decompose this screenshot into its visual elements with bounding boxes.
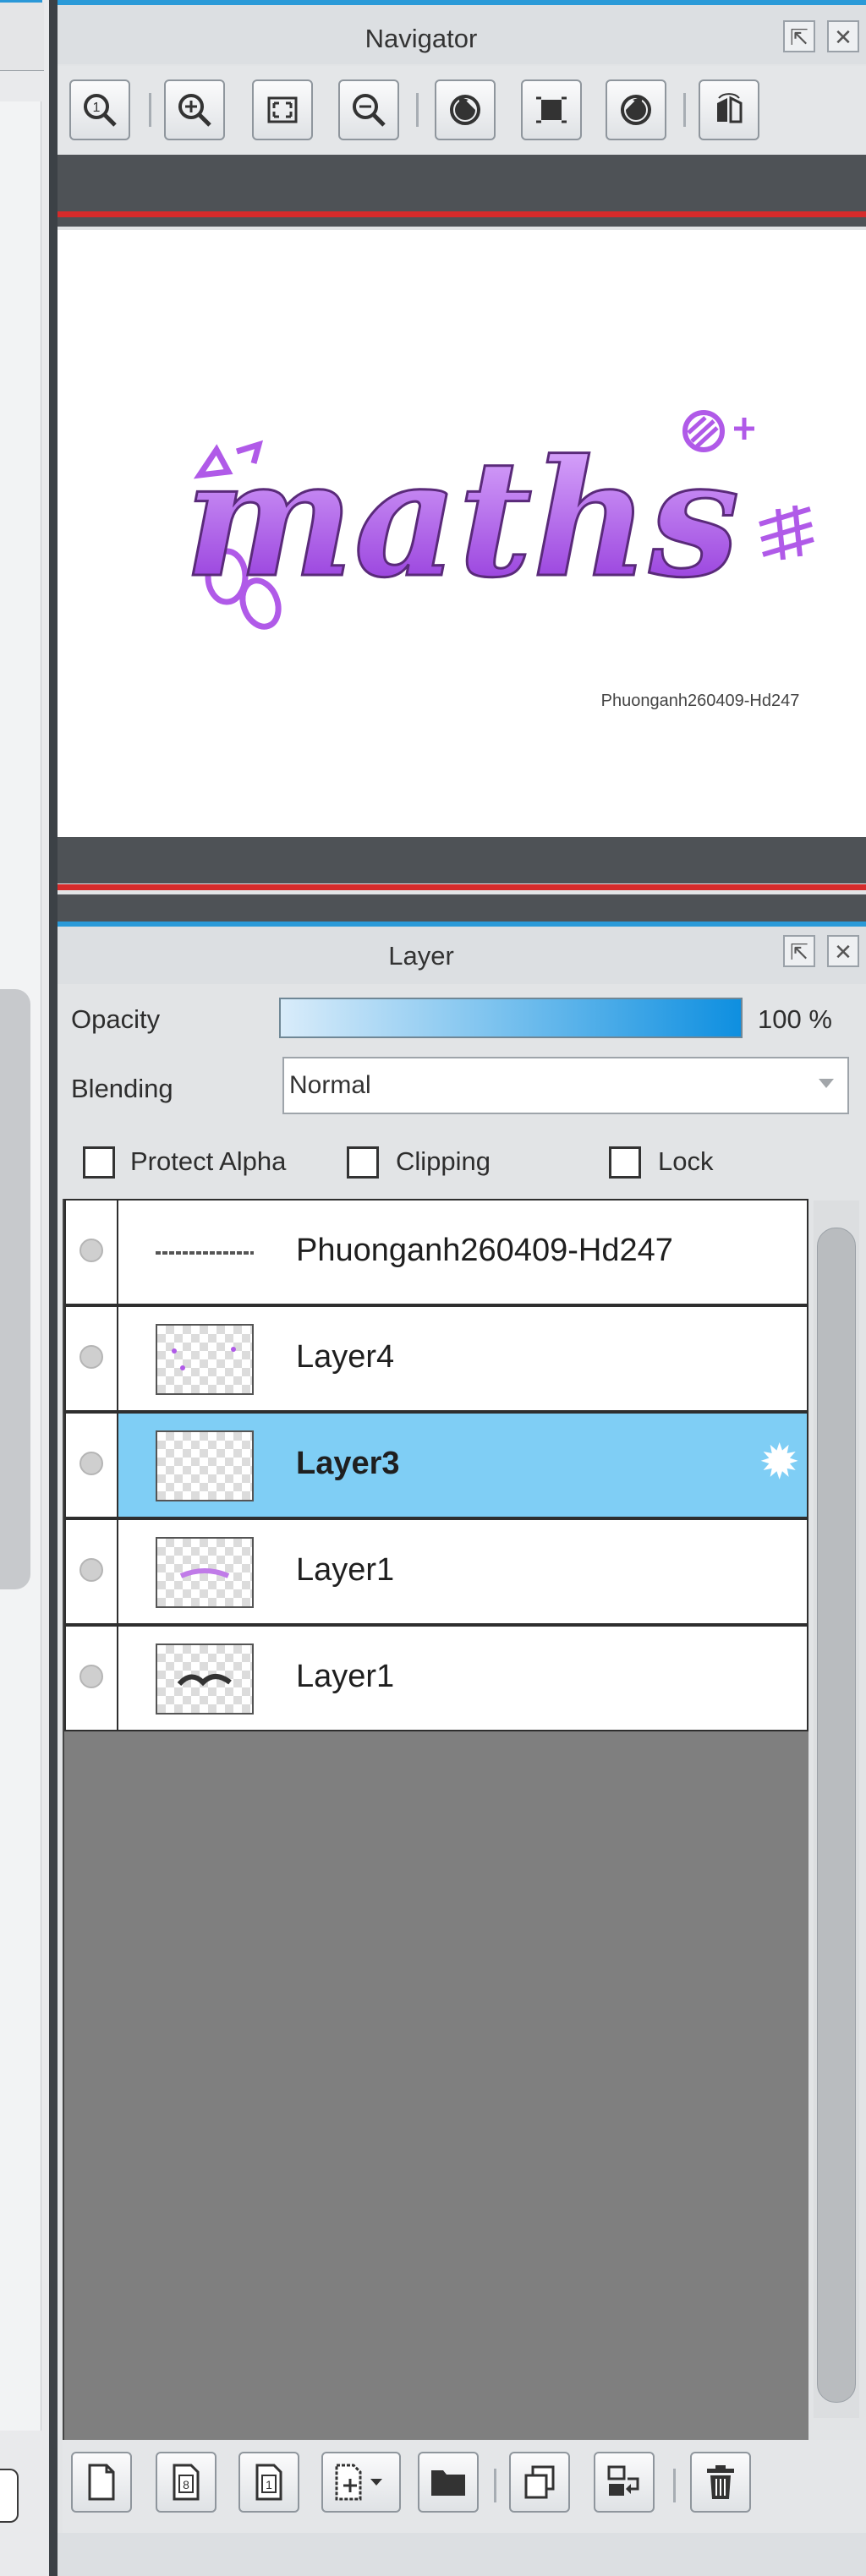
new-layer-icon[interactable]	[71, 2452, 132, 2513]
lock-checkbox[interactable]	[609, 1146, 641, 1179]
doodle-hash	[759, 505, 814, 561]
layer-thumbnail	[156, 1324, 254, 1395]
zoom-out-icon[interactable]	[338, 79, 399, 140]
artwork-signature: Phuonganh260409-Hd247	[601, 692, 800, 710]
opacity-label: Opacity	[71, 1004, 161, 1034]
layer-thumbnail	[156, 1430, 254, 1501]
rotate-right-icon[interactable]	[606, 79, 666, 140]
layer-name: Layer1	[296, 1659, 395, 1694]
fit-screen-icon[interactable]	[252, 79, 313, 140]
layer-panel-title: Layer	[388, 941, 454, 971]
eye-icon	[79, 1345, 103, 1369]
close-icon[interactable]: ✕	[827, 935, 859, 967]
navigator-title: Navigator	[364, 24, 478, 53]
rotate-left-icon[interactable]	[435, 79, 496, 140]
chevron-down-icon	[819, 1079, 834, 1088]
layer-name: Layer1	[296, 1552, 395, 1588]
toolbar-separator	[673, 2469, 676, 2502]
close-icon[interactable]: ✕	[827, 20, 859, 52]
new-1bit-layer-icon[interactable]: 1	[238, 2452, 299, 2513]
svg-text:1: 1	[93, 101, 101, 115]
layer-list: Phuonganh260409-Hd247 Layer4 Layer3 ✹ La…	[63, 1199, 808, 2568]
eye-icon	[79, 1558, 103, 1582]
reset-view-icon[interactable]	[521, 79, 582, 140]
layer-status-strip	[58, 2533, 866, 2576]
left-panel-scroll-thumb[interactable]	[0, 989, 30, 1589]
new-8bit-layer-icon[interactable]: 8	[156, 2452, 216, 2513]
opacity-value: 100 %	[758, 1004, 832, 1034]
layer-name: Phuonganh260409-Hd247	[296, 1233, 673, 1268]
protect-alpha-label: Protect Alpha	[130, 1146, 287, 1176]
layer-row[interactable]: Layer1	[64, 1518, 808, 1625]
zoom-actual-icon[interactable]: 1	[69, 79, 130, 140]
left-panel-header	[0, 3, 44, 71]
popout-icon[interactable]: ⇱	[783, 935, 815, 967]
blending-select[interactable]: Normal	[282, 1057, 849, 1114]
protect-alpha-checkbox[interactable]	[83, 1146, 115, 1179]
delete-layer-icon[interactable]	[690, 2452, 751, 2513]
navigator-canvas[interactable]: maths Phuonganh260409-Hd247	[58, 230, 866, 837]
navigator-canvas-surround-bottom	[58, 837, 866, 883]
layer-row[interactable]: Layer1	[64, 1625, 808, 1731]
clipping-checkbox[interactable]	[347, 1146, 379, 1179]
lock-label: Lock	[658, 1146, 714, 1176]
merge-down-icon[interactable]	[594, 2452, 655, 2513]
layer-thumbnail	[156, 1643, 254, 1715]
left-panel-bottom-button[interactable]	[0, 2469, 19, 2523]
layer-name: Layer4	[296, 1339, 395, 1375]
view-frame-line-top	[58, 211, 866, 217]
navigator-bottom-surround	[58, 894, 866, 922]
view-frame-line-bottom	[58, 884, 866, 890]
eye-icon	[79, 1239, 103, 1262]
opacity-slider[interactable]	[279, 998, 743, 1038]
svg-text:8: 8	[183, 2478, 189, 2491]
eye-icon	[79, 1665, 103, 1688]
add-special-layer-icon[interactable]	[321, 2452, 401, 2513]
layer-row[interactable]: Layer4	[64, 1305, 808, 1412]
panel-divider[interactable]	[49, 0, 58, 2576]
layer-thumbnail	[156, 1217, 254, 1288]
toolbar-separator	[149, 93, 151, 127]
zoom-in-icon[interactable]	[164, 79, 225, 140]
svg-text:1: 1	[266, 2478, 272, 2491]
blending-label: Blending	[71, 1074, 173, 1103]
layer-thumbnail	[156, 1537, 254, 1608]
eye-icon	[79, 1452, 103, 1475]
visibility-toggle[interactable]	[66, 1307, 118, 1410]
left-panel-strip	[0, 0, 49, 2576]
visibility-toggle[interactable]	[66, 1414, 118, 1517]
layer-name: Layer3	[296, 1446, 400, 1481]
navigator-toolbar: 1	[58, 66, 866, 155]
artwork-lettering: maths	[184, 424, 739, 613]
layer-list-scroll-thumb[interactable]	[817, 1228, 856, 2403]
clipping-label: Clipping	[396, 1146, 491, 1176]
visibility-toggle[interactable]	[66, 1520, 118, 1623]
visibility-toggle[interactable]	[66, 1200, 118, 1304]
toolbar-separator	[494, 2469, 496, 2502]
duplicate-layer-icon[interactable]	[509, 2452, 570, 2513]
flip-horizontal-icon[interactable]	[699, 79, 759, 140]
visibility-toggle[interactable]	[66, 1627, 118, 1730]
layer-row[interactable]: Phuonganh260409-Hd247	[64, 1199, 808, 1305]
toolbar-separator	[683, 93, 686, 127]
artwork-preview: maths Phuonganh260409-Hd247	[183, 410, 814, 710]
toolbar-separator	[416, 93, 419, 127]
popout-icon[interactable]: ⇱	[783, 20, 815, 52]
layer-toolbar: 8 1	[63, 2440, 866, 2533]
new-folder-icon[interactable]	[418, 2452, 479, 2513]
gear-icon[interactable]: ✹	[759, 1437, 800, 1488]
layer-row-selected[interactable]: Layer3 ✹	[64, 1412, 808, 1518]
